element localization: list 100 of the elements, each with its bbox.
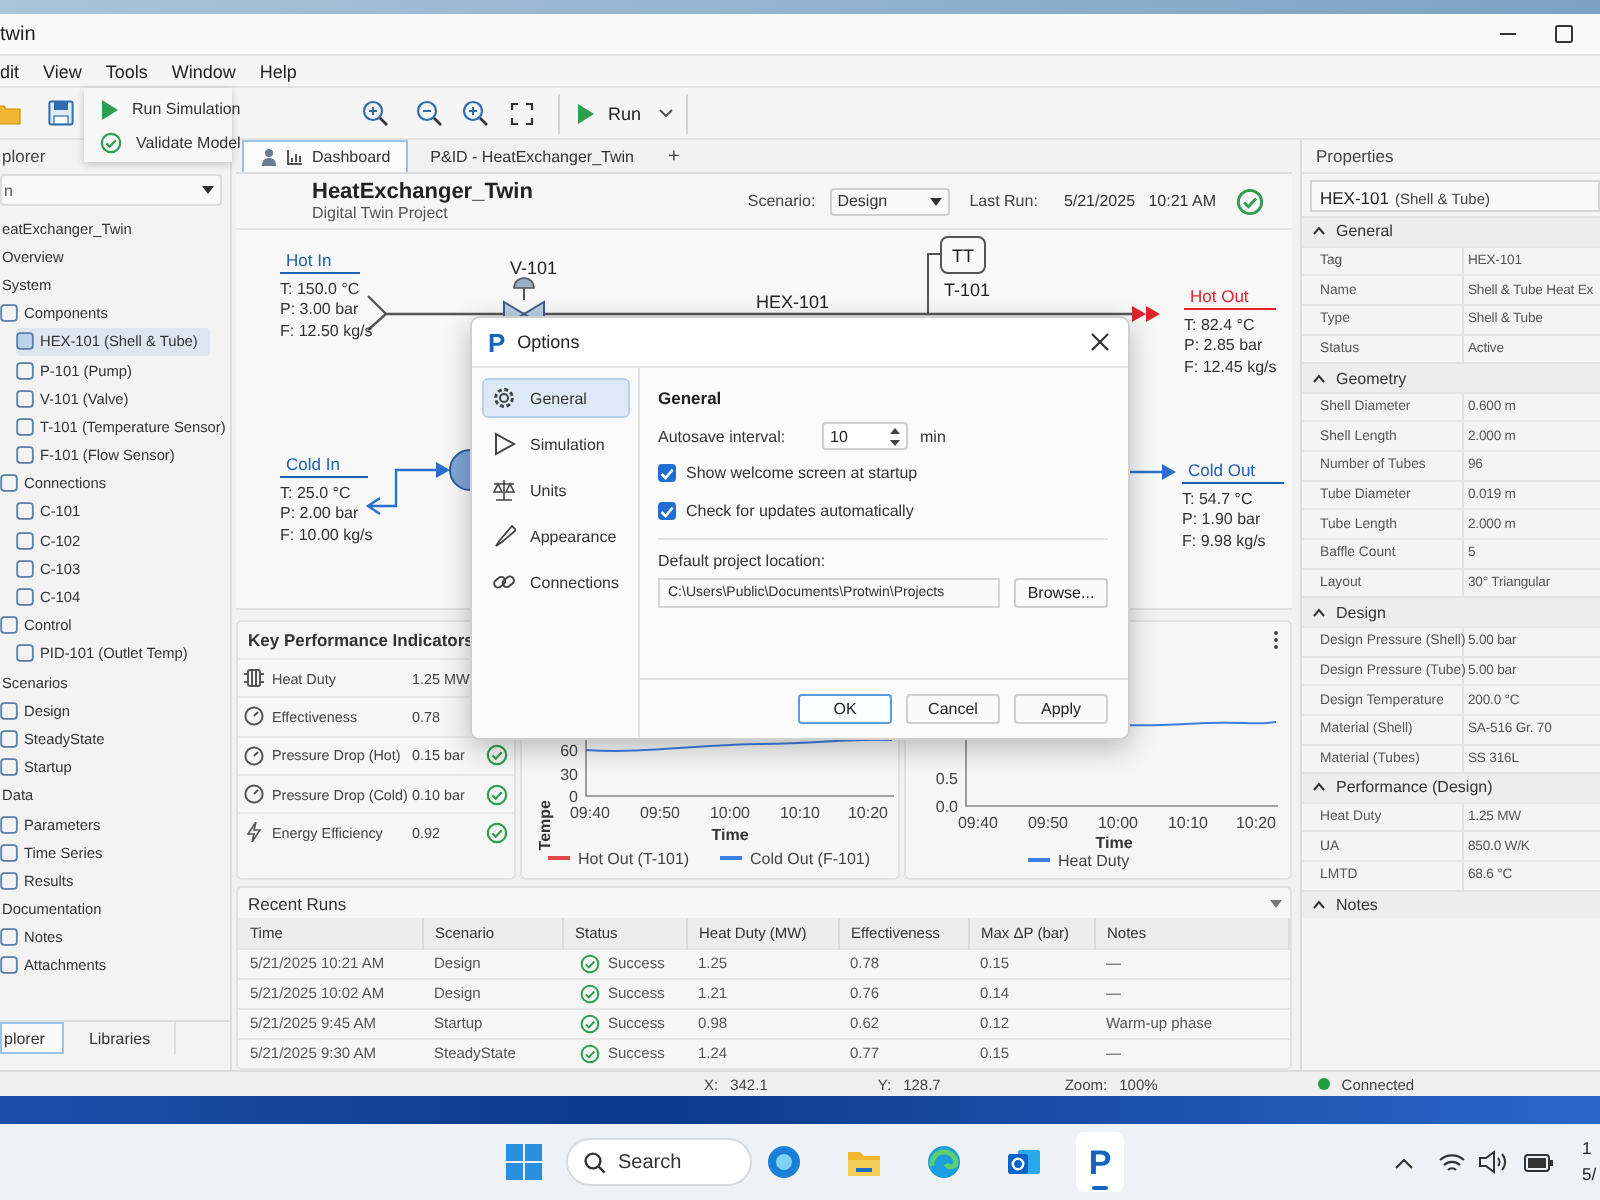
square-icon [0, 758, 18, 777]
section-title: Design [1336, 603, 1386, 622]
panel-title: Recent Runs [248, 893, 347, 913]
check-circle-icon [100, 132, 122, 154]
stream-label: Cold Out [1182, 460, 1284, 484]
checkbox-option[interactable]: Check for updates automatically [658, 492, 1108, 530]
spinner-icon [890, 427, 900, 445]
speaker-icon[interactable] [1478, 1150, 1506, 1174]
stream-label: Hot In [280, 250, 360, 274]
panel-title: Key Performance Indicators [246, 628, 476, 654]
save-icon[interactable] [48, 100, 74, 126]
play-icon [100, 98, 118, 120]
browse-button[interactable]: Browse... [1014, 578, 1108, 608]
section-header[interactable]: General [1302, 216, 1600, 246]
wifi-icon[interactable] [1438, 1151, 1466, 1173]
caret-icon[interactable] [1270, 899, 1282, 907]
stream-value: P: 3.00 bar [280, 300, 361, 322]
square-icon [16, 588, 34, 607]
section-header[interactable]: Notes [1302, 889, 1600, 919]
stream-label: Hot Out [1184, 286, 1277, 310]
panel-title: Properties [1302, 140, 1600, 174]
checkbox-option[interactable]: Show welcome screen at startup [658, 454, 1108, 492]
link-icon [492, 570, 516, 594]
tick-label: 10:00 [1097, 814, 1139, 832]
section-header[interactable]: Performance (Design) [1302, 772, 1600, 802]
stream-value: T: 25.0 °C [280, 484, 353, 505]
menu-item[interactable]: Tools [105, 61, 148, 81]
number-field[interactable]: 10 [822, 422, 908, 450]
zoom-in-icon[interactable] [462, 100, 488, 126]
nav-item[interactable]: Connections [482, 562, 630, 602]
stream-value: F: 10.00 kg/s [280, 525, 373, 547]
tick-label: 09:50 [1027, 814, 1069, 832]
new-tab-button[interactable]: + [667, 140, 680, 172]
stream-value: F: 9.98 kg/s [1182, 531, 1268, 553]
search-placeholder: Search [618, 1151, 682, 1173]
tick-label: 09:40 [569, 804, 611, 822]
gauge-icon [244, 745, 264, 766]
project-title: HeatExchanger_Twin [312, 180, 533, 204]
panel-tab[interactable]: Libraries [64, 1022, 177, 1054]
equipment-tag: T-101 [944, 280, 991, 300]
stream-value: T: 54.7 °C [1182, 490, 1255, 511]
section-title: Geometry [1336, 369, 1407, 388]
tick-label: 0 [569, 788, 578, 806]
menu-item[interactable]: Window [171, 61, 236, 81]
panel-tab[interactable]: plorer [0, 1022, 65, 1054]
window-title: twin [0, 23, 38, 45]
play-icon [576, 101, 596, 125]
checkmark-icon [660, 467, 674, 479]
menu-item[interactable]: Help [259, 61, 297, 81]
nav-item[interactable]: Units [482, 470, 630, 510]
document-tab[interactable]: P&ID - HeatExchanger_Twin [412, 140, 652, 172]
instrument-bubble: TT [940, 236, 986, 274]
checkmark-icon [660, 505, 674, 517]
circle-icon [764, 1142, 804, 1182]
square-icon [0, 701, 18, 720]
square-icon [0, 843, 18, 862]
section-header[interactable]: Design [1302, 596, 1600, 626]
section-title: Notes [1336, 896, 1378, 915]
search-field[interactable]: Search [566, 1138, 752, 1186]
zoom-out-icon[interactable] [416, 100, 442, 126]
taskbar-app[interactable]: P [1076, 1132, 1124, 1192]
field-label: Last Run: [969, 192, 1038, 210]
run-button[interactable]: Run [576, 101, 642, 125]
chevron-up-icon[interactable] [1394, 1155, 1414, 1169]
gear-icon [492, 386, 516, 410]
dropdown-button[interactable] [657, 107, 674, 119]
square-icon [0, 928, 18, 947]
square-icon [16, 417, 34, 436]
caret-icon [657, 107, 674, 119]
stream-label: Cold In [280, 454, 368, 478]
dialog-button[interactable]: OK [798, 694, 892, 724]
nav-item[interactable]: Appearance [482, 516, 630, 556]
zoom-in-icon[interactable] [362, 100, 388, 126]
filter-dropdown[interactable]: n [0, 174, 222, 206]
stream-value: P: 2.85 bar [1184, 336, 1265, 358]
dialog-button[interactable]: Apply [1014, 694, 1108, 724]
menu-item[interactable]: dit [0, 61, 20, 81]
scenario-dropdown[interactable]: Design [829, 187, 950, 215]
nav-item[interactable]: Simulation [482, 424, 630, 464]
play-icon [492, 432, 516, 456]
section-header[interactable]: Geometry [1302, 362, 1600, 392]
fullscreen-icon[interactable] [510, 101, 534, 125]
menu-item[interactable]: View [43, 61, 82, 81]
stream-value: T: 82.4 °C [1184, 316, 1257, 337]
clock-text: 1 [1582, 1136, 1594, 1162]
square-icon [16, 332, 34, 351]
dialog-button[interactable]: Cancel [906, 694, 1000, 724]
last-run-time: 5/21/2025 10:21 AM [1063, 192, 1216, 210]
square-icon [16, 389, 34, 408]
nav-item[interactable]: General [482, 378, 630, 418]
unit-label: min [920, 427, 946, 445]
stream-value: F: 12.45 kg/s [1184, 357, 1277, 379]
section-title: General [1336, 222, 1393, 241]
tick-label: 10:10 [779, 804, 821, 822]
field-label: Scenario: [747, 192, 816, 210]
start-icon[interactable] [506, 1144, 542, 1180]
battery-icon[interactable] [1524, 1153, 1554, 1171]
document-tab[interactable]: Dashboard [242, 140, 409, 172]
square-icon [16, 644, 34, 663]
square-icon [0, 304, 18, 323]
